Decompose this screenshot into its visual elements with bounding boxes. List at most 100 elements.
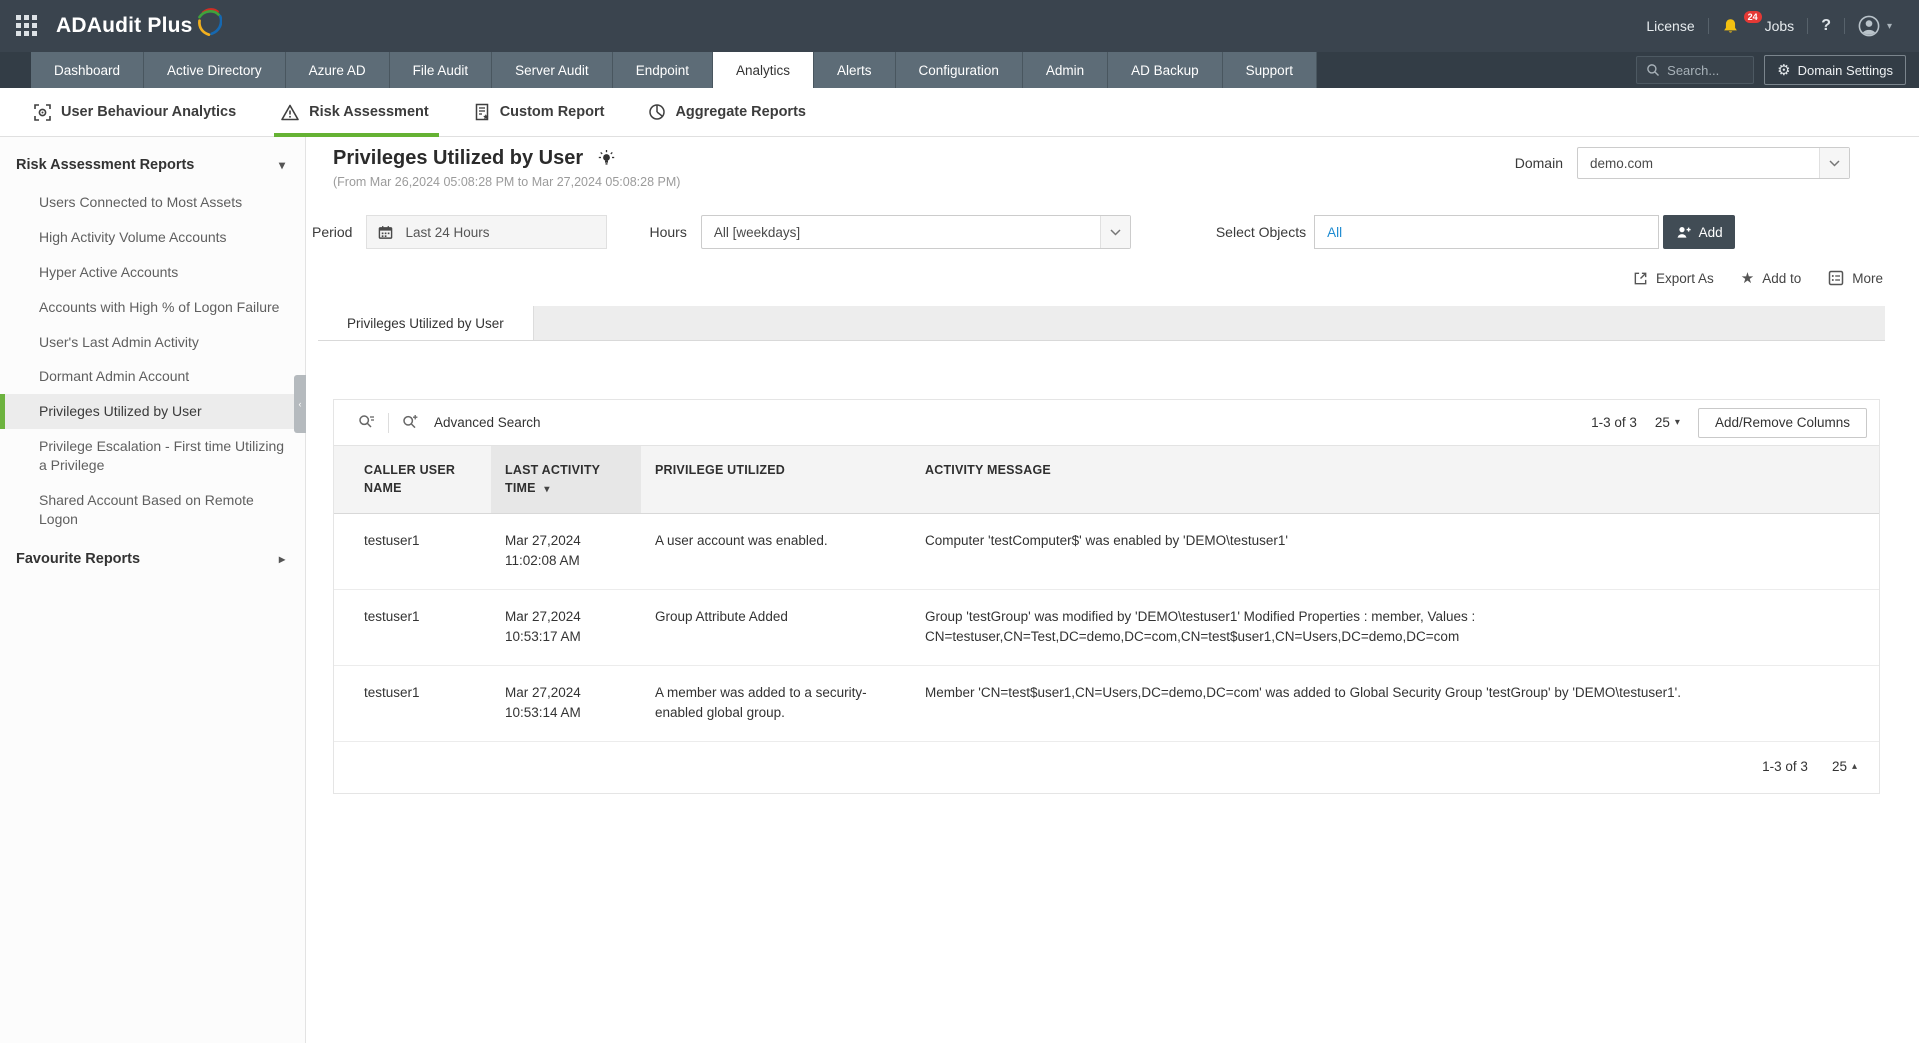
aggregate-reports-icon [648, 103, 666, 121]
chevron-up-icon: ▴ [1851, 760, 1857, 772]
add-remove-columns-button[interactable]: Add/Remove Columns [1697, 407, 1867, 438]
cell-last-activity-time: Mar 27,2024 11:02:08 AM [505, 532, 581, 568]
sidebar-item-accounts-high-logon-failure[interactable]: Accounts with High % of Logon Failure [0, 290, 305, 325]
risk-assessment-icon [280, 103, 300, 122]
subnav-risk-assessment[interactable]: Risk Assessment [274, 88, 439, 137]
sidebar-item-privileges-utilized-by-user[interactable]: Privileges Utilized by User [0, 394, 305, 430]
chevron-down-icon: ▾ [278, 158, 285, 172]
topbar-right: License 24 Jobs ? ▾ [1633, 10, 1905, 37]
sidebar-section-title: Risk Assessment Reports [16, 157, 195, 173]
cell-activity-message: Group 'testGroup' was modified by 'DEMO\… [925, 608, 1476, 644]
nav-tab-server-audit[interactable]: Server Audit [492, 52, 613, 88]
export-icon [1633, 271, 1648, 286]
toolbar-divider [388, 412, 389, 433]
user-avatar-menu[interactable]: ▾ [1845, 15, 1905, 37]
jobs-link[interactable]: Jobs [1752, 18, 1808, 34]
period-picker[interactable]: Last 24 Hours [366, 215, 608, 249]
domain-select[interactable]: demo.com [1577, 147, 1850, 179]
sidebar-item-hyper-active-accounts[interactable]: Hyper Active Accounts [0, 255, 305, 290]
app-logo-text: ADAudit Plus [56, 14, 193, 37]
table-row[interactable]: testuser1 Mar 27,2024 11:02:08 AM A user… [334, 514, 1879, 590]
sidebar-item-users-connected-to-most-assets[interactable]: Users Connected to Most Assets [0, 185, 305, 220]
license-link[interactable]: License [1633, 18, 1707, 34]
nav-tab-endpoint[interactable]: Endpoint [612, 52, 713, 88]
chevron-down-icon: ▾ [1886, 20, 1892, 32]
hours-select-value: All [weekdays] [713, 224, 801, 240]
sidebar-item-dormant-admin-account[interactable]: Dormant Admin Account [0, 359, 305, 394]
page-size-value: 25 [1831, 758, 1847, 774]
export-as-label: Export As [1655, 270, 1714, 286]
sidebar-collapse-handle[interactable]: ‹ [294, 375, 306, 433]
chevron-down-icon: ▾ [1674, 417, 1680, 428]
subnav-label: Aggregate Reports [675, 104, 806, 120]
subnav-user-behaviour-analytics[interactable]: User Behaviour Analytics [33, 88, 236, 136]
period-label: Period [312, 224, 353, 240]
select-objects-value: All [1327, 224, 1343, 240]
toolbar-icons: Advanced Search [358, 412, 541, 433]
nav-tab-dashboard[interactable]: Dashboard [31, 52, 145, 88]
domain-select-value: demo.com [1590, 155, 1654, 171]
apps-grid-icon[interactable] [16, 15, 38, 37]
chevron-left-icon: ‹ [298, 399, 302, 409]
column-search-icon[interactable] [358, 414, 375, 431]
column-header-privilege-utilized[interactable]: PRIVILEGE UTILIZED [641, 446, 911, 513]
advanced-search-icon[interactable] [402, 414, 419, 431]
more-icon [1828, 270, 1844, 286]
table-row[interactable]: testuser1 Mar 27,2024 10:53:14 AM A memb… [334, 666, 1879, 742]
export-as-button[interactable]: Export As [1633, 271, 1714, 286]
nav-tab-azure-ad[interactable]: Azure AD [285, 52, 390, 88]
topbar: ADAudit Plus License 24 Jobs ? ▾ [0, 0, 1919, 52]
select-objects-input[interactable]: All [1314, 215, 1660, 249]
sidebar-item-high-activity-volume-accounts[interactable]: High Activity Volume Accounts [0, 220, 305, 255]
column-header-caller-user-name[interactable]: CALLER USER NAME [334, 446, 491, 513]
app-logo[interactable]: ADAudit Plus [56, 8, 222, 41]
cell-privilege-utilized: Group Attribute Added [655, 608, 788, 624]
page-size-select-top[interactable]: 25 ▾ [1655, 415, 1680, 430]
column-header-last-activity-time[interactable]: LAST ACTIVITY TIME ▾ [491, 446, 641, 513]
nav-tab-support[interactable]: Support [1222, 52, 1317, 88]
sidebar-item-users-last-admin-activity[interactable]: User's Last Admin Activity [0, 325, 305, 360]
search-icon [1646, 63, 1660, 77]
nav-tab-active-directory[interactable]: Active Directory [144, 52, 286, 88]
avatar-icon [1858, 15, 1880, 37]
report-tab-strip: Privileges Utilized by User [318, 306, 1885, 341]
custom-report-icon [473, 103, 491, 121]
help-glyph: ? [1821, 17, 1831, 34]
column-header-activity-message[interactable]: ACTIVITY MESSAGE [911, 446, 1879, 513]
domain-settings-button[interactable]: ⚙ Domain Settings [1764, 55, 1906, 85]
sidebar-item-privilege-escalation[interactable]: Privilege Escalation - First time Utiliz… [0, 429, 305, 483]
more-button[interactable]: More [1828, 270, 1883, 286]
notifications-bell-icon[interactable]: 24 [1709, 10, 1762, 35]
person-add-icon [1676, 225, 1692, 240]
advanced-search-label[interactable]: Advanced Search [434, 415, 541, 430]
nav-tab-file-audit[interactable]: File Audit [389, 52, 493, 88]
page-size-select-bottom[interactable]: 25 ▴ [1832, 759, 1857, 774]
nav-tab-configuration[interactable]: Configuration [895, 52, 1023, 88]
nav-tab-analytics[interactable]: Analytics [712, 52, 815, 88]
sidebar-section-favourite-reports[interactable]: Favourite Reports ▸ [0, 537, 305, 581]
cell-privilege-utilized: A user account was enabled. [655, 532, 828, 548]
help-icon[interactable]: ? [1808, 17, 1844, 35]
table-row[interactable]: testuser1 Mar 27,2024 10:53:17 AM Group … [334, 590, 1879, 666]
chevron-down-icon [1819, 148, 1849, 178]
add-to-button[interactable]: ★ Add to [1741, 271, 1801, 286]
mainnav-right: ⚙ Domain Settings [1636, 52, 1919, 88]
subnav-aggregate-reports[interactable]: Aggregate Reports [648, 88, 806, 136]
analytics-subnav: User Behaviour Analytics Risk Assessment… [0, 88, 1919, 137]
pagination-range-top: 1-3 of 3 [1591, 415, 1637, 430]
insight-bulb-icon[interactable] [597, 149, 616, 168]
sidebar-item-shared-account-remote-logon[interactable]: Shared Account Based on Remote Logon [0, 483, 305, 537]
cell-activity-message: Computer 'testComputer$' was enabled by … [925, 532, 1288, 548]
nav-tab-ad-backup[interactable]: AD Backup [1108, 52, 1223, 88]
report-tab-privileges-utilized[interactable]: Privileges Utilized by User [318, 306, 534, 340]
add-objects-button[interactable]: Add [1663, 215, 1736, 249]
jobs-label: Jobs [1764, 18, 1795, 34]
subnav-custom-report[interactable]: Custom Report [473, 88, 604, 136]
domain-settings-label: Domain Settings [1797, 62, 1893, 78]
nav-tab-alerts[interactable]: Alerts [814, 52, 896, 88]
hours-select[interactable]: All [weekdays] [700, 215, 1131, 249]
sidebar-section-risk-assessment-reports[interactable]: Risk Assessment Reports ▾ [0, 145, 305, 185]
nav-tab-admin[interactable]: Admin [1022, 52, 1109, 88]
global-search[interactable] [1636, 56, 1755, 84]
search-input[interactable] [1667, 62, 1748, 78]
